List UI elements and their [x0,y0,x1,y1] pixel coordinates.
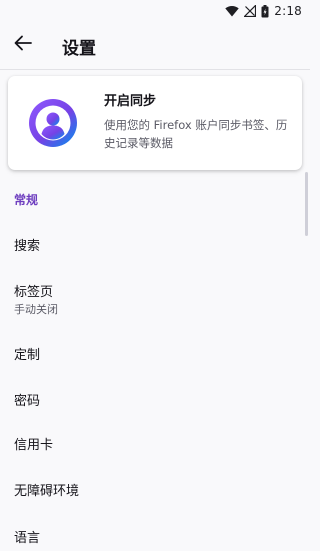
settings-screen: 2:18 设置 开启同步 使用您的 Firefox 账户同步书签、历史记录等数据… [0,0,310,551]
status-icons: 2:18 [225,3,302,19]
section-header-general: 常规 [14,193,39,207]
app-bar-divider [0,69,310,70]
settings-item-label: 定制 [14,348,41,363]
settings-item-credit-cards[interactable]: 信用卡 [0,420,310,464]
settings-item-label: 标签页 [14,285,54,300]
signal-icon [244,5,257,17]
sync-card[interactable]: 开启同步 使用您的 Firefox 账户同步书签、历史记录等数据 [8,76,302,170]
back-arrow-icon [14,35,32,55]
settings-item-label: 密码 [14,394,41,409]
settings-item-search[interactable]: 搜索 [0,221,310,265]
settings-item-label: 信用卡 [14,438,54,453]
battery-icon [261,4,269,18]
wifi-icon [225,5,239,17]
sync-description: 使用您的 Firefox 账户同步书签、历史记录等数据 [104,118,288,150]
app-bar: 设置 [0,22,310,68]
settings-item-tabs[interactable]: 标签页 手动关闭 [0,271,310,325]
settings-item-customize[interactable]: 定制 [0,330,310,374]
back-button[interactable] [6,28,40,62]
account-avatar-icon [28,98,78,148]
settings-item-label: 无障碍环境 [14,484,80,499]
page-title: 设置 [62,39,96,59]
settings-item-sublabel: 手动关闭 [14,303,58,316]
settings-item-passwords[interactable]: 密码 [0,376,310,420]
status-bar: 2:18 [0,0,310,22]
settings-item-label: 语言 [14,531,41,546]
sync-title: 开启同步 [104,94,157,109]
status-time: 2:18 [274,4,302,18]
settings-item-label: 搜索 [14,239,41,254]
scrollbar[interactable] [305,172,308,236]
settings-item-language[interactable]: 语言 [0,513,310,551]
settings-item-accessibility[interactable]: 无障碍环境 [0,466,310,510]
